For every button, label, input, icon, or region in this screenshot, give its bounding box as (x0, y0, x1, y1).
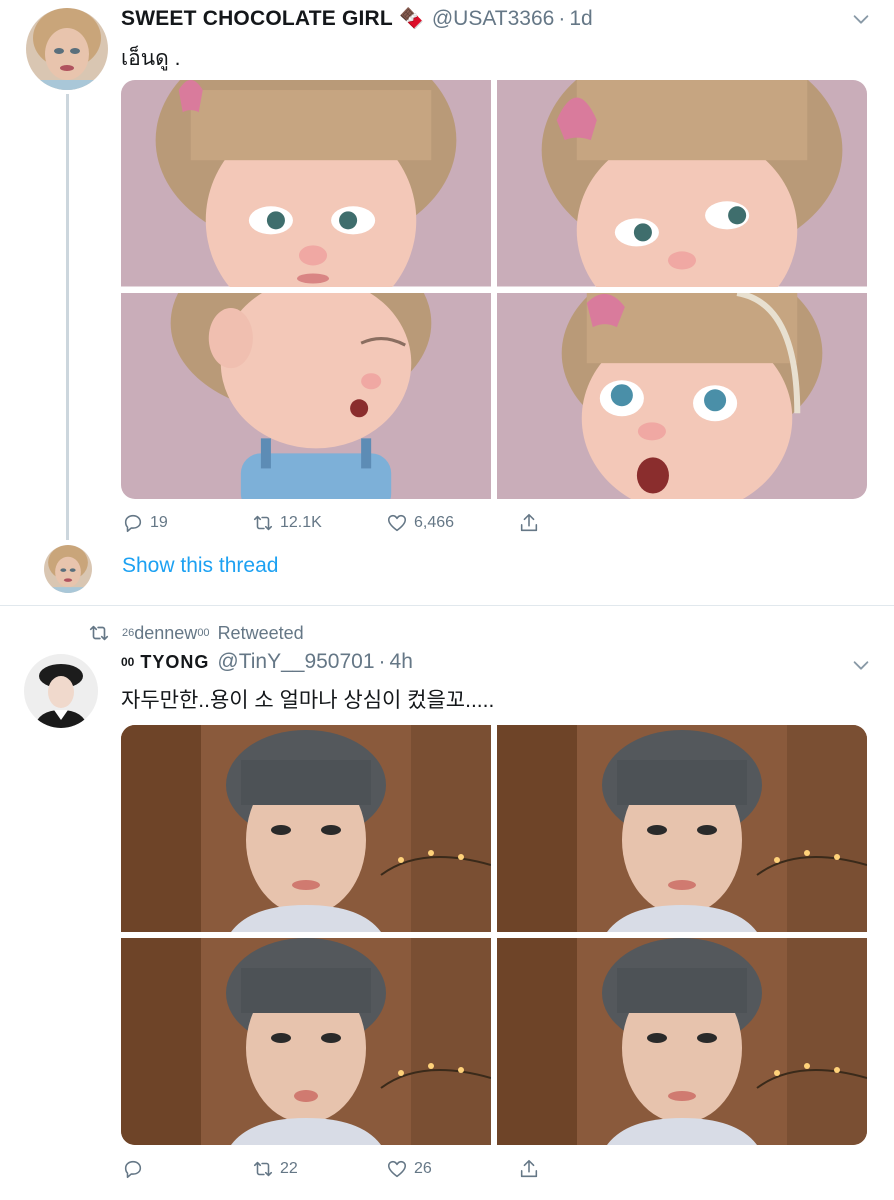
handle[interactable]: @TinY__950701 (217, 650, 374, 674)
tweet-header: 00 TYONG @TinY__950701 · 4h (121, 650, 413, 674)
retweet-icon (253, 1161, 273, 1177)
chevron-down-icon[interactable] (850, 8, 872, 30)
avatar[interactable] (24, 654, 98, 728)
retweet-button[interactable]: 22 (252, 1158, 298, 1180)
tweet-header: SWEET CHOCOLATE GIRL 🍫 @USAT3366 · 1d (121, 6, 593, 31)
retweeter-prefix: 26 (122, 627, 135, 639)
avatar-image (26, 8, 108, 90)
media-grid (121, 80, 867, 499)
avatar-image (44, 545, 92, 593)
media-photo-2[interactable] (497, 80, 867, 287)
media-grid (121, 725, 867, 1145)
share-button[interactable] (518, 512, 546, 534)
share-icon (520, 1159, 538, 1178)
media-photo-1[interactable] (121, 725, 491, 932)
retweeted-label: Retweeted (217, 622, 304, 643)
media-photo-1[interactable] (121, 80, 491, 287)
tweet-text: 자두만한..용이 소 얼마나 상심이 컸을꼬..... (121, 689, 495, 712)
handle[interactable]: @USAT3366 (432, 7, 554, 31)
media-photo-3[interactable] (121, 938, 491, 1145)
like-count: 26 (414, 1160, 432, 1177)
retweet-button[interactable]: 12.1K (252, 512, 322, 534)
chevron-down-icon[interactable] (850, 654, 872, 676)
avatar-image (24, 654, 98, 728)
thread-connector-line (66, 94, 69, 540)
media-photo-3[interactable] (121, 292, 491, 499)
tweet-2[interactable]: 26 dennew 00 Retweeted 00 TYONG @TinY__9… (0, 606, 894, 1200)
retweet-count: 22 (280, 1160, 298, 1177)
avatar[interactable] (26, 8, 108, 90)
like-button[interactable]: 6,466 (386, 512, 454, 534)
tweet-1[interactable]: SWEET CHOCOLATE GIRL 🍫 @USAT3366 · 1d เอ… (0, 0, 894, 605)
like-count: 6,466 (414, 514, 455, 531)
timestamp[interactable]: 1d (569, 7, 592, 31)
retweet-count: 12.1K (280, 514, 322, 531)
retweet-icon (253, 515, 273, 531)
retweet-icon (89, 625, 109, 641)
media-photo-2[interactable] (497, 725, 867, 932)
name-prefix: 00 (121, 655, 135, 669)
heart-icon (387, 1160, 407, 1178)
retweet-header: 26 dennew 00 Retweeted (88, 622, 304, 644)
reply-button[interactable] (122, 1158, 150, 1180)
chocolate-emoji: 🍫 (398, 8, 424, 30)
share-icon (520, 513, 538, 532)
timestamp[interactable]: 4h (390, 650, 413, 674)
share-button[interactable] (518, 1158, 546, 1180)
media-photo-4[interactable] (497, 292, 867, 499)
media-photo-4[interactable] (497, 938, 867, 1145)
separator-dot: · (378, 650, 386, 673)
like-button[interactable]: 26 (386, 1158, 432, 1180)
separator-dot: · (558, 6, 566, 30)
retweeter-name[interactable]: dennew (134, 623, 197, 644)
reply-icon (124, 1160, 142, 1179)
reply-icon (124, 514, 142, 533)
retweeter-suffix: 00 (197, 627, 210, 639)
heart-icon (387, 514, 407, 532)
reply-button[interactable]: 19 (122, 512, 168, 534)
show-thread-link[interactable]: Show this thread (122, 554, 278, 578)
display-name[interactable]: SWEET CHOCOLATE GIRL (121, 7, 393, 31)
tweet-text: เอ็นดู . (121, 47, 181, 70)
reply-count: 19 (150, 514, 168, 531)
thread-avatar[interactable] (44, 545, 92, 593)
display-name[interactable]: TYONG (140, 652, 209, 673)
